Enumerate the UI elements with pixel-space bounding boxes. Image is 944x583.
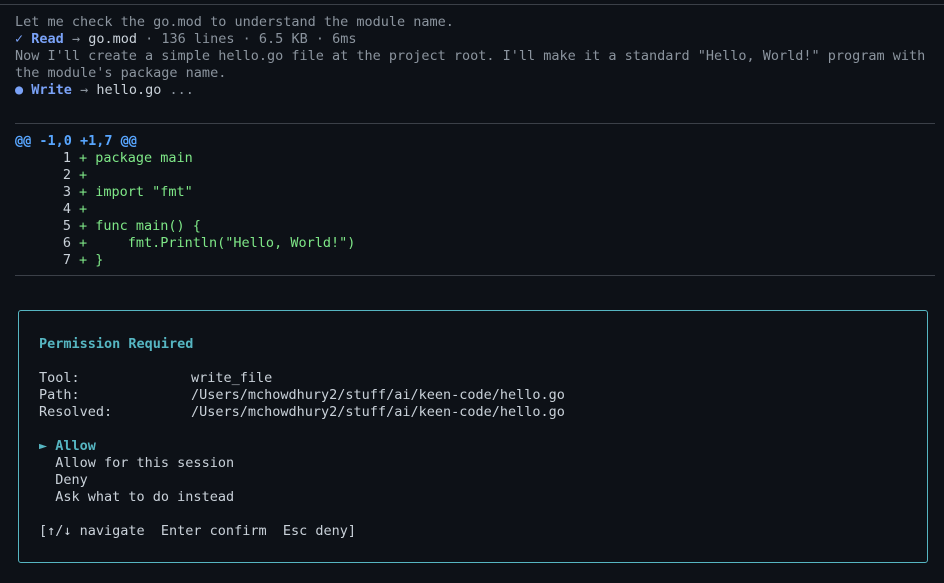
line-number: 5 [62,218,71,234]
tool-target: go.mod [88,31,137,47]
field-resolved: Resolved: /Users/mchowdhury2/stuff/ai/kee… [39,404,565,421]
line-number: 1 [62,150,71,166]
selection-marker-icon: ► [39,438,48,454]
tool-meta: · 136 lines · 6.5 KB · 6ms [145,31,357,47]
field-label: Path: [39,387,80,403]
diff-line: 2 + [15,167,355,184]
field-label: Resolved: [39,404,113,420]
line-number: 4 [62,201,71,217]
line-number: 6 [62,235,71,251]
keyboard-hint: [↑/↓ navigate Enter confirm Esc deny] [39,523,356,539]
divider [15,275,935,276]
diff-line: 4 + [15,201,355,218]
bullet-icon: ● [15,82,24,98]
option-label: Allow [55,438,96,454]
diff-line: 1 + package main [15,150,355,167]
added-code: + [79,201,88,217]
field-value: /Users/mchowdhury2/stuff/ai/keen-code/he… [191,387,565,403]
arrow-right-icon: → [80,82,89,98]
added-code: + package main [79,150,193,166]
dialog-title: Permission Required [39,336,194,352]
added-code: + func main() { [79,218,201,234]
added-code: + } [79,252,104,268]
divider [15,123,935,124]
field-value: write_file [191,370,273,386]
arrow-right-icon: → [71,31,81,47]
diff-line: 7 + } [15,252,355,269]
tool-target: hello.go [96,82,162,98]
option-label: Deny [55,472,88,488]
option-allow-session[interactable]: Allow for this session [39,455,565,472]
diff-view: @@ -1,0 +1,7 @@ 1 + package main 2 + 3 + im… [15,133,355,269]
conversation-log: Let me check the go.mod to understand th… [15,14,935,99]
added-code: + import "fmt" [79,184,193,200]
option-label: Allow for this session [55,455,235,471]
diff-line: 5 + func main() { [15,218,355,235]
tool-name: Write [31,82,72,98]
field-tool: Tool: write_file [39,370,565,387]
assistant-message: Now I'll create a simple hello.go file a… [15,48,934,81]
option-deny[interactable]: Deny [39,472,565,489]
field-value: /Users/mchowdhury2/stuff/ai/keen-code/he… [191,404,565,420]
added-code: + [79,167,88,183]
tool-call-write: ● Write → hello.go ... [15,82,935,99]
field-path: Path: /Users/mchowdhury2/stuff/ai/keen-co… [39,387,565,404]
diff-line: 6 + fmt.Println("Hello, World!") [15,235,355,252]
option-label: Ask what to do instead [55,489,235,505]
option-ask-instead[interactable]: Ask what to do instead [39,489,565,506]
loading-ellipsis: ... [169,82,194,98]
tool-call-read: ✓ Read → go.mod · 136 lines · 6.5 KB · 6… [15,31,935,48]
check-icon: ✓ [15,31,24,47]
field-label: Tool: [39,370,80,386]
diff-line: 3 + import "fmt" [15,184,355,201]
diff-hunk-header: @@ -1,0 +1,7 @@ [15,133,137,149]
top-divider [0,4,944,5]
permission-dialog: Permission Required Tool: write_file Path… [18,310,928,563]
option-allow[interactable]: ► Allow [39,438,565,455]
line-number: 2 [62,167,71,183]
added-code: + fmt.Println("Hello, World!") [79,235,356,251]
line-number: 3 [62,184,71,200]
tool-name: Read [31,31,64,47]
assistant-message: Let me check the go.mod to understand th… [15,14,454,30]
line-number: 7 [62,252,71,268]
